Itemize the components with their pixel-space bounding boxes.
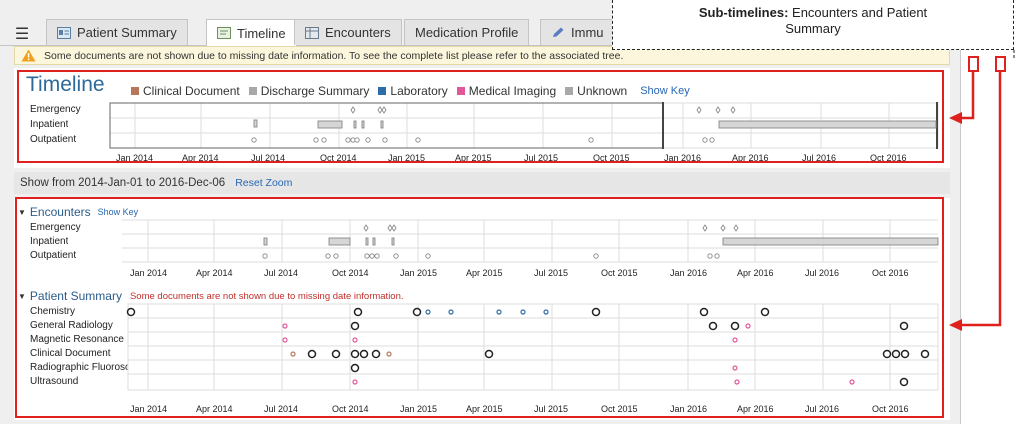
timeline-graphics xyxy=(109,50,1015,391)
clinical-document-marker xyxy=(331,349,341,359)
outpatient-marker xyxy=(707,253,713,259)
emergency-marker xyxy=(391,224,397,232)
callout-connector-box xyxy=(995,56,1006,72)
clinical-document-marker xyxy=(386,351,392,357)
emergency-marker xyxy=(363,224,369,232)
medical-imaging-marker xyxy=(352,379,358,385)
medical-imaging-marker xyxy=(282,337,288,343)
medical-imaging-marker xyxy=(732,365,738,371)
callout-connectors xyxy=(949,50,1015,331)
callout-text-line2: Summary xyxy=(785,21,841,36)
chemistry-marker xyxy=(126,307,136,317)
outpatient-marker xyxy=(345,137,351,143)
outpatient-marker xyxy=(313,137,319,143)
outpatient-marker xyxy=(321,137,327,143)
inpatient-stay-bar xyxy=(718,120,937,129)
emergency-marker xyxy=(377,106,383,114)
general-radiology-marker xyxy=(350,321,360,331)
arrow-head-icon xyxy=(949,319,962,331)
outpatient-marker xyxy=(702,137,708,143)
emergency-marker xyxy=(387,224,393,232)
arrow-head-icon xyxy=(949,112,962,124)
outpatient-marker xyxy=(364,253,370,259)
chemistry-marker xyxy=(353,307,363,317)
callout-bold-label: Sub-timelines: xyxy=(698,5,789,20)
medical-imaging-marker xyxy=(282,323,288,329)
outpatient-marker xyxy=(333,253,339,259)
emergency-marker xyxy=(720,224,726,232)
inpatient-stay-bar xyxy=(722,237,939,246)
ultrasound-marker xyxy=(899,377,909,387)
inpatient-stay-bar xyxy=(253,119,258,128)
patient-summary-grid xyxy=(127,303,939,391)
sub-timelines-callout: Sub-timelines: Encounters and Patient Su… xyxy=(612,0,1014,50)
outpatient-marker xyxy=(251,137,257,143)
inpatient-stay-bar xyxy=(328,237,351,246)
laboratory-marker xyxy=(520,309,526,315)
clinical-document-marker xyxy=(484,349,494,359)
callout-text: Encounters and Patient xyxy=(788,5,928,20)
medical-imaging-marker xyxy=(745,323,751,329)
outpatient-marker xyxy=(714,253,720,259)
medical-imaging-marker xyxy=(734,379,740,385)
medical-imaging-marker xyxy=(732,337,738,343)
medical-imaging-marker xyxy=(849,379,855,385)
clinical-document-marker xyxy=(359,349,369,359)
main-timeline-markers xyxy=(251,106,937,143)
radiographic-fluoroscopy-marker xyxy=(350,363,360,373)
inpatient-stay-bar xyxy=(391,237,395,246)
emergency-marker xyxy=(730,106,736,114)
chemistry-marker xyxy=(591,307,601,317)
inpatient-stay-bar xyxy=(263,237,268,246)
inpatient-stay-bar xyxy=(317,120,343,129)
laboratory-marker xyxy=(448,309,454,315)
outpatient-marker xyxy=(365,137,371,143)
outpatient-marker xyxy=(415,137,421,143)
laboratory-marker xyxy=(543,309,549,315)
clinical-document-marker xyxy=(371,349,381,359)
clinical-document-marker xyxy=(882,349,892,359)
clinical-document-marker xyxy=(350,349,360,359)
outpatient-marker xyxy=(354,137,360,143)
callout-arrow-sub-timelines xyxy=(961,71,1002,327)
emergency-marker xyxy=(733,224,739,232)
inpatient-stay-bar xyxy=(380,120,384,129)
outpatient-marker xyxy=(709,137,715,143)
clinical-document-marker xyxy=(290,351,296,357)
outpatient-marker xyxy=(382,137,388,143)
outpatient-marker xyxy=(325,253,331,259)
outpatient-marker xyxy=(425,253,431,259)
general-radiology-marker xyxy=(899,321,909,331)
clinical-document-marker xyxy=(920,349,930,359)
laboratory-marker xyxy=(425,309,431,315)
outpatient-marker xyxy=(588,137,594,143)
clinical-document-marker xyxy=(307,349,317,359)
clinical-document-marker xyxy=(891,349,901,359)
emergency-marker xyxy=(715,106,721,114)
emergency-marker xyxy=(350,106,356,114)
laboratory-marker xyxy=(496,309,502,315)
emergency-marker xyxy=(696,106,702,114)
callout-connector-box xyxy=(968,56,979,72)
inpatient-stay-bar xyxy=(353,120,357,129)
outpatient-marker xyxy=(369,253,375,259)
general-radiology-marker xyxy=(730,321,740,331)
inpatient-stay-bar xyxy=(372,237,376,246)
chemistry-marker xyxy=(699,307,709,317)
outpatient-marker xyxy=(393,253,399,259)
emergency-marker xyxy=(702,224,708,232)
outpatient-marker xyxy=(593,253,599,259)
clinical-document-marker xyxy=(900,349,910,359)
emergency-marker xyxy=(381,106,387,114)
chemistry-marker xyxy=(760,307,770,317)
medical-imaging-marker xyxy=(352,337,358,343)
general-radiology-marker xyxy=(708,321,718,331)
outpatient-marker xyxy=(374,253,380,259)
outpatient-marker xyxy=(262,253,268,259)
chemistry-marker xyxy=(412,307,422,317)
encounters-markers xyxy=(262,224,939,259)
callout-arrow-timeline xyxy=(961,71,975,120)
inpatient-stay-bar xyxy=(365,237,369,246)
inpatient-stay-bar xyxy=(361,120,365,129)
